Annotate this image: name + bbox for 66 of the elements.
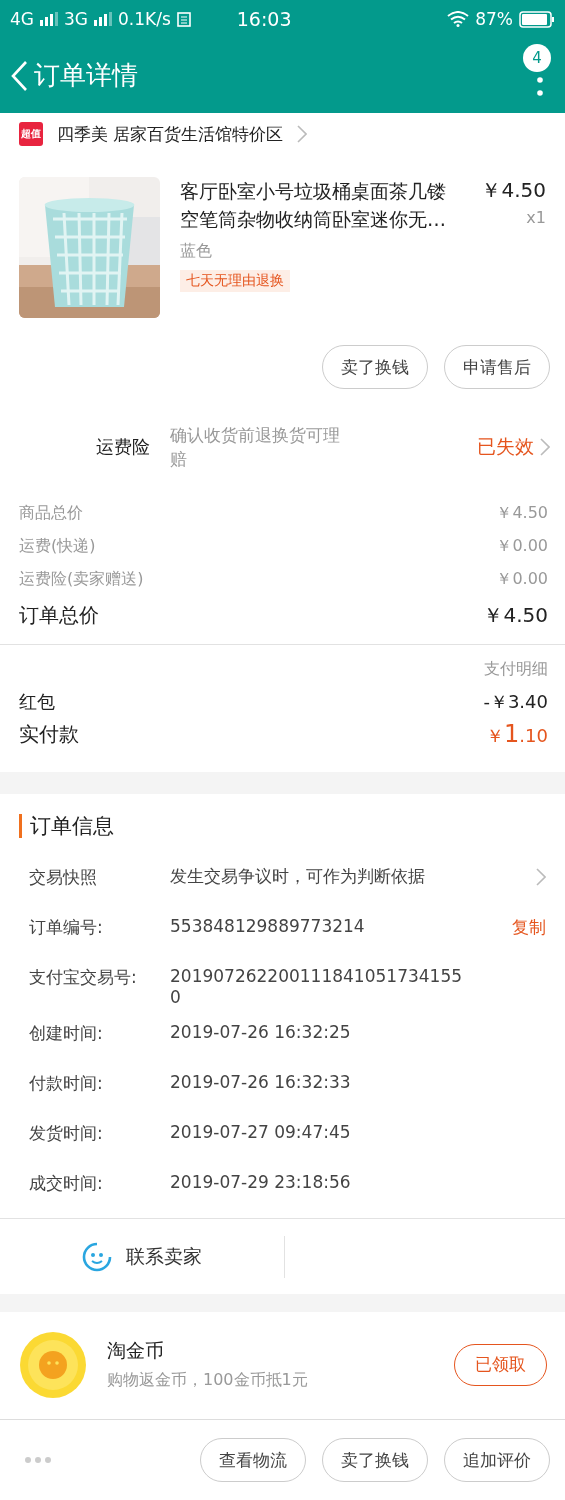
coin-title: 淘金币 bbox=[107, 1338, 165, 1363]
page-title: 订单详情 bbox=[34, 59, 138, 92]
chat-face-icon bbox=[82, 1241, 112, 1272]
action-button[interactable]: 查看物流 bbox=[200, 1438, 306, 1482]
info-label: 订单编号: bbox=[29, 916, 104, 939]
return-tag: 七天无理由退换 bbox=[180, 270, 290, 292]
info-value: 2019-07-29 23:18:56 bbox=[170, 1171, 352, 1193]
chevron-icon bbox=[536, 868, 546, 886]
wifi-icon bbox=[447, 11, 470, 27]
fee-label: 商品总价 bbox=[19, 503, 83, 524]
paid-amount: ￥1.10 bbox=[486, 720, 548, 748]
fee-value: ￥4.50 bbox=[483, 601, 548, 629]
info-label: 付款时间: bbox=[29, 1072, 104, 1095]
fee-label: 订单总价 bbox=[19, 601, 99, 629]
action-button[interactable]: 卖了换钱 bbox=[322, 345, 428, 389]
fee-label: 运费险(卖家赠送) bbox=[19, 569, 144, 590]
section-title: 订单信息 bbox=[19, 814, 546, 838]
info-label: 发货时间: bbox=[29, 1122, 104, 1145]
contact-seller-button[interactable]: 联系卖家 bbox=[0, 1235, 285, 1278]
battery-label: 87% bbox=[475, 9, 513, 29]
product-quantity: x1 bbox=[525, 208, 546, 227]
product-variant: 蓝色 bbox=[180, 241, 213, 262]
shop-badge: 超值 bbox=[19, 122, 43, 146]
speed-label: 0.1K/s bbox=[118, 9, 171, 29]
more-icon[interactable] bbox=[537, 74, 543, 99]
info-value: 2019-07-27 09:47:45 bbox=[170, 1121, 352, 1143]
info-label: 创建时间: bbox=[29, 1022, 104, 1045]
fee-label: 运费(快递) bbox=[19, 536, 96, 557]
signal-icon bbox=[40, 12, 58, 26]
clock: 16:03 bbox=[236, 8, 292, 30]
discount-value: -￥3.40 bbox=[483, 690, 548, 714]
claimed-button[interactable]: 已领取 bbox=[454, 1343, 547, 1386]
paid-label: 实付款 bbox=[19, 720, 79, 748]
network-label: 4G bbox=[10, 9, 34, 29]
shop-name[interactable]: 四季美 居家百货生活馆特价区 bbox=[57, 122, 284, 146]
fee-value: ￥0.00 bbox=[496, 569, 548, 590]
action-button[interactable]: 申请售后 bbox=[444, 345, 550, 389]
info-value: 553848129889773214 bbox=[170, 915, 366, 937]
action-button[interactable]: 追加评价 bbox=[444, 1438, 550, 1482]
info-label: 交易快照 bbox=[29, 866, 98, 889]
coin-icon bbox=[19, 1330, 87, 1399]
discount-label: 红包 bbox=[19, 690, 55, 714]
insurance-description: 确认收货前退换货可理赔 bbox=[170, 424, 341, 471]
copy-link[interactable]: 复制 bbox=[512, 902, 546, 939]
signal-icon bbox=[94, 12, 112, 26]
info-label: 支付宝交易号: bbox=[29, 966, 138, 989]
info-value: 2019072622001118410517341550 bbox=[170, 965, 464, 1008]
chevron-icon bbox=[540, 438, 550, 456]
back-icon[interactable] bbox=[10, 59, 28, 92]
square-icon bbox=[176, 11, 191, 27]
info-value: 发生交易争议时，可作为判断依据 bbox=[170, 865, 426, 887]
network-label: 3G bbox=[64, 9, 88, 29]
product-title[interactable]: 客厅卧室小号垃圾桶桌面茶几镂空笔筒杂物收纳筒卧室迷你无… bbox=[180, 177, 462, 233]
chevron-icon bbox=[297, 125, 308, 143]
insurance-label: 运费险 bbox=[96, 435, 150, 459]
battery-icon bbox=[519, 10, 555, 28]
fee-value: ￥4.50 bbox=[496, 503, 548, 524]
notification-badge: 4 bbox=[523, 44, 551, 72]
product-price: ￥4.50 bbox=[481, 177, 546, 204]
insurance-status[interactable]: 已失效 bbox=[477, 434, 534, 460]
fee-value: ￥0.00 bbox=[496, 536, 548, 557]
info-value: 2019-07-26 16:32:25 bbox=[170, 1021, 352, 1043]
coin-subtitle: 购物返金币，100金币抵1元 bbox=[107, 1370, 308, 1391]
action-button[interactable]: 卖了换钱 bbox=[322, 1438, 428, 1482]
info-label: 成交时间: bbox=[29, 1172, 104, 1195]
info-value: 2019-07-26 16:32:33 bbox=[170, 1071, 352, 1093]
